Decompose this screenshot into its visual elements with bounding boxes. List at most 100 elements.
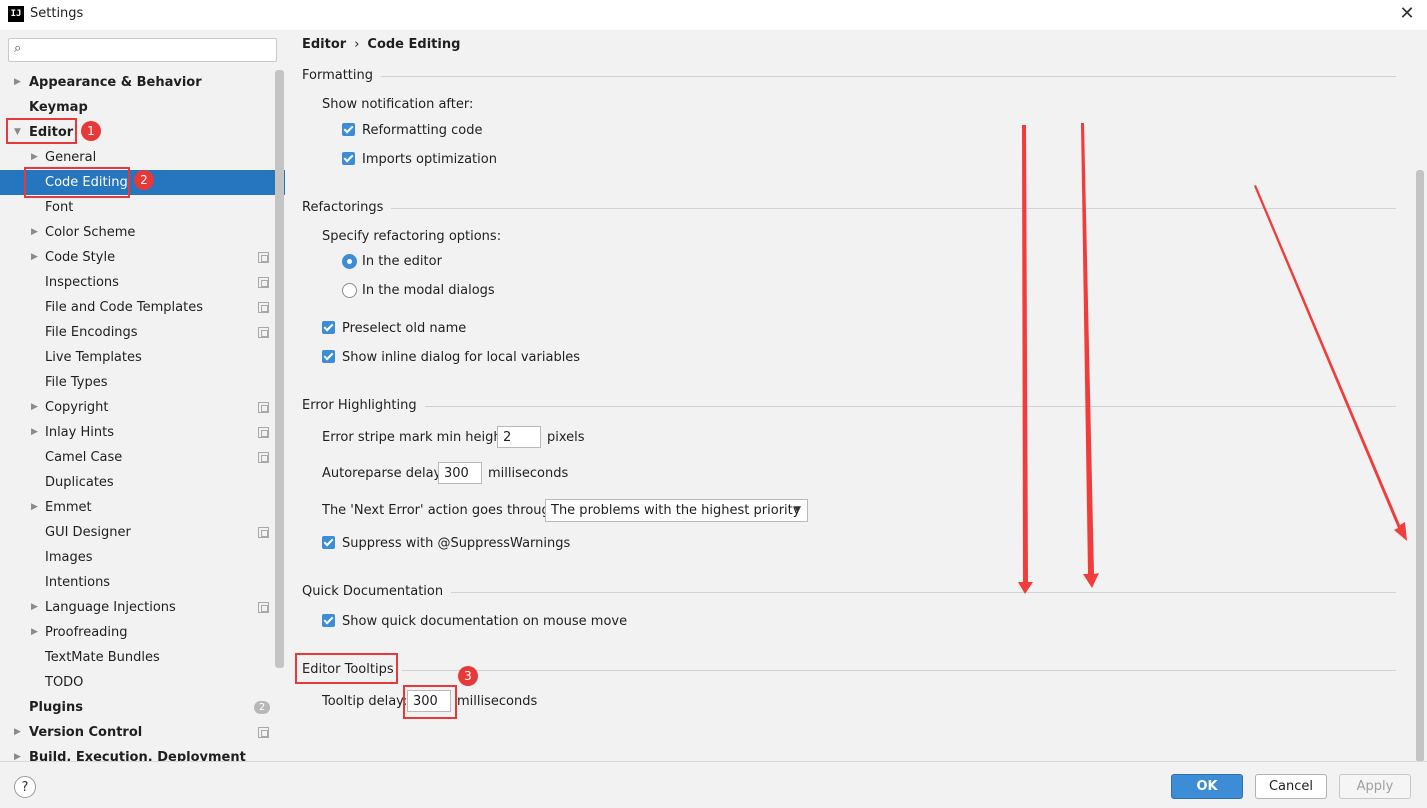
tree-item-copyright[interactable]: ▶ Copyright (0, 395, 285, 420)
next-error-label: The 'Next Error' action goes through: (322, 503, 563, 518)
project-scope-icon (258, 252, 269, 263)
annotation-box-editor (6, 118, 77, 144)
error-stripe-label: Error stripe mark min height: (322, 430, 512, 445)
tree-item-proofreading[interactable]: ▶ Proofreading (0, 620, 285, 645)
tree-item-inlay-hints[interactable]: ▶ Inlay Hints (0, 420, 285, 445)
help-icon[interactable]: ? (14, 776, 36, 798)
tree-item-code-style[interactable]: ▶ Code Style (0, 245, 285, 270)
project-scope-icon (258, 277, 269, 288)
tree-item-label: Language Injections (45, 600, 176, 615)
tree-item-file-types[interactable]: File Types (0, 370, 285, 395)
chevron-right-icon: ▶ (14, 77, 21, 87)
section-title-quick-documentation: Quick Documentation (302, 584, 452, 599)
next-error-dropdown[interactable]: The problems with the highest priority ▼ (545, 499, 808, 522)
tree-item-camel-case[interactable]: Camel Case (0, 445, 285, 470)
tree-item-label: Plugins (29, 700, 83, 715)
show-inline-dialog-checkbox[interactable] (322, 350, 335, 363)
tree-item-label: File Types (45, 375, 108, 390)
search-icon: ⌕ (14, 41, 22, 56)
tree-item-live-templates[interactable]: Live Templates (0, 345, 285, 370)
apply-button[interactable]: Apply (1339, 774, 1411, 799)
tree-item-textmate-bundles[interactable]: TextMate Bundles (0, 645, 285, 670)
search-input[interactable] (33, 41, 273, 59)
imports-optimization-checkbox[interactable] (342, 152, 355, 165)
tree-item-label: Intentions (45, 575, 111, 590)
project-scope-icon (258, 402, 269, 413)
annotation-badge-1: 1 (81, 121, 101, 141)
chevron-right-icon: ▶ (31, 627, 38, 637)
tree-item-intentions[interactable]: Intentions (0, 570, 285, 595)
tree-item-build-execution-deployment[interactable]: ▶ Build, Execution, Deployment (0, 745, 285, 761)
chevron-right-icon: ▶ (31, 402, 38, 412)
chevron-right-icon: ▶ (14, 752, 21, 761)
quick-doc-mouse-move-label[interactable]: Show quick documentation on mouse move (342, 614, 627, 629)
tree-item-images[interactable]: Images (0, 545, 285, 570)
search-box[interactable]: ⌕ (8, 38, 277, 62)
tree-item-plugins[interactable]: Plugins 2 (0, 695, 285, 720)
tree-item-label: Keymap (29, 100, 88, 115)
tree-item-file-encodings[interactable]: File Encodings (0, 320, 285, 345)
close-icon[interactable]: ✕ (1395, 2, 1419, 26)
next-error-selected: The problems with the highest priority (551, 503, 801, 518)
tooltip-delay-label: Tooltip delay: (322, 694, 408, 709)
sidebar-scrollbar[interactable] (275, 70, 284, 668)
breadcrumb-parent[interactable]: Editor (302, 37, 346, 52)
tree-item-label: Version Control (29, 725, 143, 740)
breadcrumb-separator: › (354, 37, 360, 52)
quick-doc-mouse-move-checkbox[interactable] (322, 614, 335, 627)
plugins-count-badge: 2 (254, 701, 270, 714)
tree-item-font[interactable]: Font (0, 195, 285, 220)
content-scrollbar[interactable] (1416, 170, 1424, 762)
in-editor-radio[interactable] (342, 254, 357, 269)
project-scope-icon (258, 427, 269, 438)
chevron-right-icon: ▶ (31, 227, 38, 237)
tree-item-label: TODO (45, 675, 84, 690)
tree-item-emmet[interactable]: ▶ Emmet (0, 495, 285, 520)
show-notification-label: Show notification after: (322, 97, 474, 112)
tree-item-todo[interactable]: TODO (0, 670, 285, 695)
tree-item-language-injections[interactable]: ▶ Language Injections (0, 595, 285, 620)
tree-item-label: Copyright (45, 400, 109, 415)
tree-item-appearance-behavior[interactable]: ▶ Appearance & Behavior (0, 70, 285, 95)
tree-item-label: GUI Designer (45, 525, 131, 540)
autoreparse-delay-input[interactable]: 300 (438, 462, 482, 484)
in-modal-label[interactable]: In the modal dialogs (362, 283, 495, 298)
imports-optimization-label[interactable]: Imports optimization (362, 152, 497, 167)
section-title-refactorings: Refactorings (302, 200, 392, 215)
tree-item-label: File Encodings (45, 325, 138, 340)
tree-item-version-control[interactable]: ▶ Version Control (0, 720, 285, 745)
specify-refactoring-label: Specify refactoring options: (322, 229, 502, 244)
tree-item-keymap[interactable]: Keymap (0, 95, 285, 120)
suppress-warnings-label[interactable]: Suppress with @SuppressWarnings (342, 536, 570, 551)
preselect-old-name-label[interactable]: Preselect old name (342, 321, 466, 336)
tree-item-file-code-templates[interactable]: File and Code Templates (0, 295, 285, 320)
error-stripe-height-input[interactable]: 2 (497, 426, 541, 448)
tree-item-inspections[interactable]: Inspections (0, 270, 285, 295)
cancel-button[interactable]: Cancel (1255, 774, 1327, 799)
window-title: Settings (30, 6, 84, 21)
tree-item-duplicates[interactable]: Duplicates (0, 470, 285, 495)
in-editor-label[interactable]: In the editor (362, 254, 442, 269)
suppress-warnings-checkbox[interactable] (322, 536, 335, 549)
preselect-old-name-checkbox[interactable] (322, 321, 335, 334)
tree-item-label: Build, Execution, Deployment (29, 750, 246, 761)
annotation-box-tooltip-delay (403, 685, 457, 719)
tree-item-label: Live Templates (45, 350, 142, 365)
tree-item-label: Inlay Hints (45, 425, 114, 440)
tree-item-label: Color Scheme (45, 225, 136, 240)
tree-item-gui-designer[interactable]: GUI Designer (0, 520, 285, 545)
tree-item-label: Camel Case (45, 450, 123, 465)
intellij-app-icon: IJ (8, 6, 24, 22)
title-bar: IJ Settings ✕ (0, 0, 1427, 30)
ok-button[interactable]: OK (1171, 774, 1243, 799)
reformatting-code-label[interactable]: Reformatting code (362, 123, 483, 138)
annotation-box-editor-tooltips (295, 653, 398, 684)
project-scope-icon (258, 302, 269, 313)
breadcrumb: Editor › Code Editing (302, 37, 460, 52)
in-modal-radio[interactable] (342, 283, 357, 298)
section-divider (302, 76, 1396, 77)
reformatting-code-checkbox[interactable] (342, 123, 355, 136)
tree-item-color-scheme[interactable]: ▶ Color Scheme (0, 220, 285, 245)
pixels-unit-label: pixels (547, 430, 585, 445)
show-inline-dialog-label[interactable]: Show inline dialog for local variables (342, 350, 580, 365)
